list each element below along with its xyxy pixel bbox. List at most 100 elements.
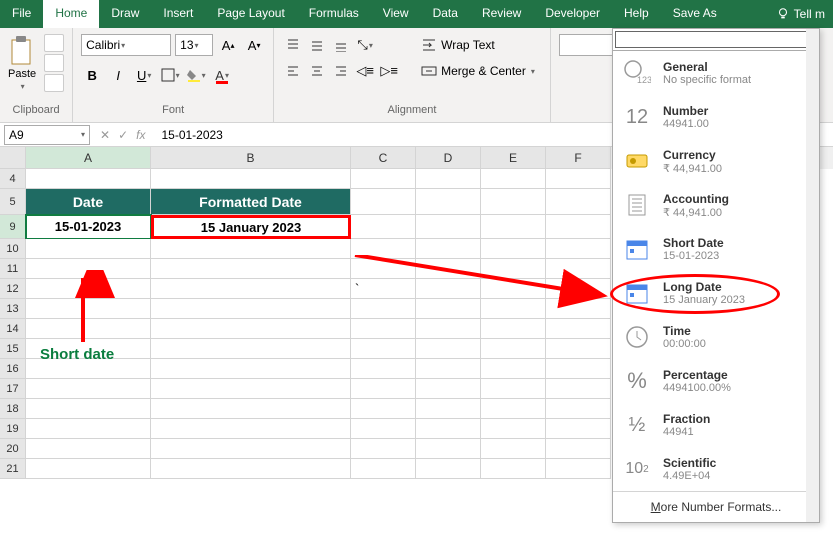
row-header-20[interactable]: 20 xyxy=(0,439,26,459)
cell-e13[interactable] xyxy=(481,299,546,319)
format-percentage[interactable]: % Percentage4494100.00% xyxy=(613,359,819,403)
cell-c5[interactable] xyxy=(351,189,416,215)
cell-d9[interactable] xyxy=(416,215,481,239)
cell-b14[interactable] xyxy=(151,319,351,339)
increase-font-button[interactable]: A▴ xyxy=(217,34,239,56)
confirm-formula-icon[interactable]: ✓ xyxy=(118,128,128,142)
cell-e19[interactable] xyxy=(481,419,546,439)
cell-f14[interactable] xyxy=(546,319,611,339)
cell-f10[interactable] xyxy=(546,239,611,259)
cell-f4[interactable] xyxy=(546,169,611,189)
cell-e16[interactable] xyxy=(481,359,546,379)
col-header-d[interactable]: D xyxy=(416,147,481,169)
tab-page-layout[interactable]: Page Layout xyxy=(205,0,296,28)
align-center-button[interactable] xyxy=(306,60,328,82)
cell-a12[interactable] xyxy=(26,279,151,299)
cut-button[interactable] xyxy=(44,34,64,52)
more-number-formats[interactable]: More Number Formats... xyxy=(613,491,819,522)
cell-f16[interactable] xyxy=(546,359,611,379)
cell-b13[interactable] xyxy=(151,299,351,319)
cell-b10[interactable] xyxy=(151,239,351,259)
cell-c21[interactable] xyxy=(351,459,416,479)
cell-b5[interactable]: Formatted Date xyxy=(151,189,351,215)
cell-a4[interactable] xyxy=(26,169,151,189)
cell-d14[interactable] xyxy=(416,319,481,339)
align-top-button[interactable] xyxy=(282,34,304,56)
row-header-19[interactable]: 19 xyxy=(0,419,26,439)
align-bottom-button[interactable] xyxy=(330,34,352,56)
row-header-15[interactable]: 15 xyxy=(0,339,26,359)
cell-f15[interactable] xyxy=(546,339,611,359)
cell-e21[interactable] xyxy=(481,459,546,479)
select-all-corner[interactable] xyxy=(0,147,26,169)
cell-f12[interactable] xyxy=(546,279,611,299)
cell-e9[interactable] xyxy=(481,215,546,239)
cell-f9[interactable] xyxy=(546,215,611,239)
cell-c16[interactable] xyxy=(351,359,416,379)
cell-b19[interactable] xyxy=(151,419,351,439)
row-header-5[interactable]: 5 xyxy=(0,189,26,215)
cell-a18[interactable] xyxy=(26,399,151,419)
cell-c9[interactable] xyxy=(351,215,416,239)
cell-d5[interactable] xyxy=(416,189,481,215)
align-left-button[interactable] xyxy=(282,60,304,82)
tab-home[interactable]: Home xyxy=(43,0,99,28)
cell-b16[interactable] xyxy=(151,359,351,379)
cell-c15[interactable] xyxy=(351,339,416,359)
cell-b9[interactable]: 15 January 2023 xyxy=(151,215,351,239)
row-header-16[interactable]: 16 xyxy=(0,359,26,379)
cell-a21[interactable] xyxy=(26,459,151,479)
col-header-f[interactable]: F xyxy=(546,147,611,169)
cell-b17[interactable] xyxy=(151,379,351,399)
col-header-e[interactable]: E xyxy=(481,147,546,169)
paste-button[interactable]: Paste xyxy=(8,68,36,80)
format-currency[interactable]: Currency₹ 44,941.00 xyxy=(613,139,819,183)
cell-b20[interactable] xyxy=(151,439,351,459)
font-size-select[interactable]: 13▾ xyxy=(175,34,213,56)
row-header-21[interactable]: 21 xyxy=(0,459,26,479)
cell-a10[interactable] xyxy=(26,239,151,259)
tab-draw[interactable]: Draw xyxy=(99,0,151,28)
cell-a13[interactable] xyxy=(26,299,151,319)
row-header-18[interactable]: 18 xyxy=(0,399,26,419)
cell-d21[interactable] xyxy=(416,459,481,479)
merge-center-button[interactable]: Merge & Center▾ xyxy=(414,60,542,82)
cell-c18[interactable] xyxy=(351,399,416,419)
font-name-select[interactable]: Calibri▾ xyxy=(81,34,171,56)
cell-d11[interactable] xyxy=(416,259,481,279)
format-painter-button[interactable] xyxy=(44,74,64,92)
col-header-b[interactable]: B xyxy=(151,147,351,169)
cell-a19[interactable] xyxy=(26,419,151,439)
tab-formulas[interactable]: Formulas xyxy=(297,0,371,28)
cell-d18[interactable] xyxy=(416,399,481,419)
cell-b21[interactable] xyxy=(151,459,351,479)
tab-data[interactable]: Data xyxy=(421,0,470,28)
cell-d15[interactable] xyxy=(416,339,481,359)
cell-e18[interactable] xyxy=(481,399,546,419)
font-color-button[interactable]: A▾ xyxy=(211,64,233,86)
cancel-formula-icon[interactable]: ✕ xyxy=(100,128,110,142)
decrease-indent-button[interactable]: ◁≡ xyxy=(354,60,376,82)
decrease-font-button[interactable]: A▾ xyxy=(243,34,265,56)
underline-button[interactable]: U▾ xyxy=(133,64,155,86)
row-header-12[interactable]: 12 xyxy=(0,279,26,299)
format-fraction[interactable]: ½ Fraction44941 xyxy=(613,403,819,447)
copy-button[interactable] xyxy=(44,54,64,72)
cell-f17[interactable] xyxy=(546,379,611,399)
cell-f18[interactable] xyxy=(546,399,611,419)
col-header-c[interactable]: C xyxy=(351,147,416,169)
row-header-11[interactable]: 11 xyxy=(0,259,26,279)
cell-d19[interactable] xyxy=(416,419,481,439)
format-long-date[interactable]: Long Date15 January 2023 xyxy=(613,271,819,315)
cell-f21[interactable] xyxy=(546,459,611,479)
format-time[interactable]: Time00:00:00 xyxy=(613,315,819,359)
cell-a17[interactable] xyxy=(26,379,151,399)
cell-e17[interactable] xyxy=(481,379,546,399)
row-header-10[interactable]: 10 xyxy=(0,239,26,259)
cell-b4[interactable] xyxy=(151,169,351,189)
cell-d16[interactable] xyxy=(416,359,481,379)
col-header-a[interactable]: A xyxy=(26,147,151,169)
tab-file[interactable]: File xyxy=(0,0,43,28)
cell-a5[interactable]: Date xyxy=(26,189,151,215)
cell-e14[interactable] xyxy=(481,319,546,339)
